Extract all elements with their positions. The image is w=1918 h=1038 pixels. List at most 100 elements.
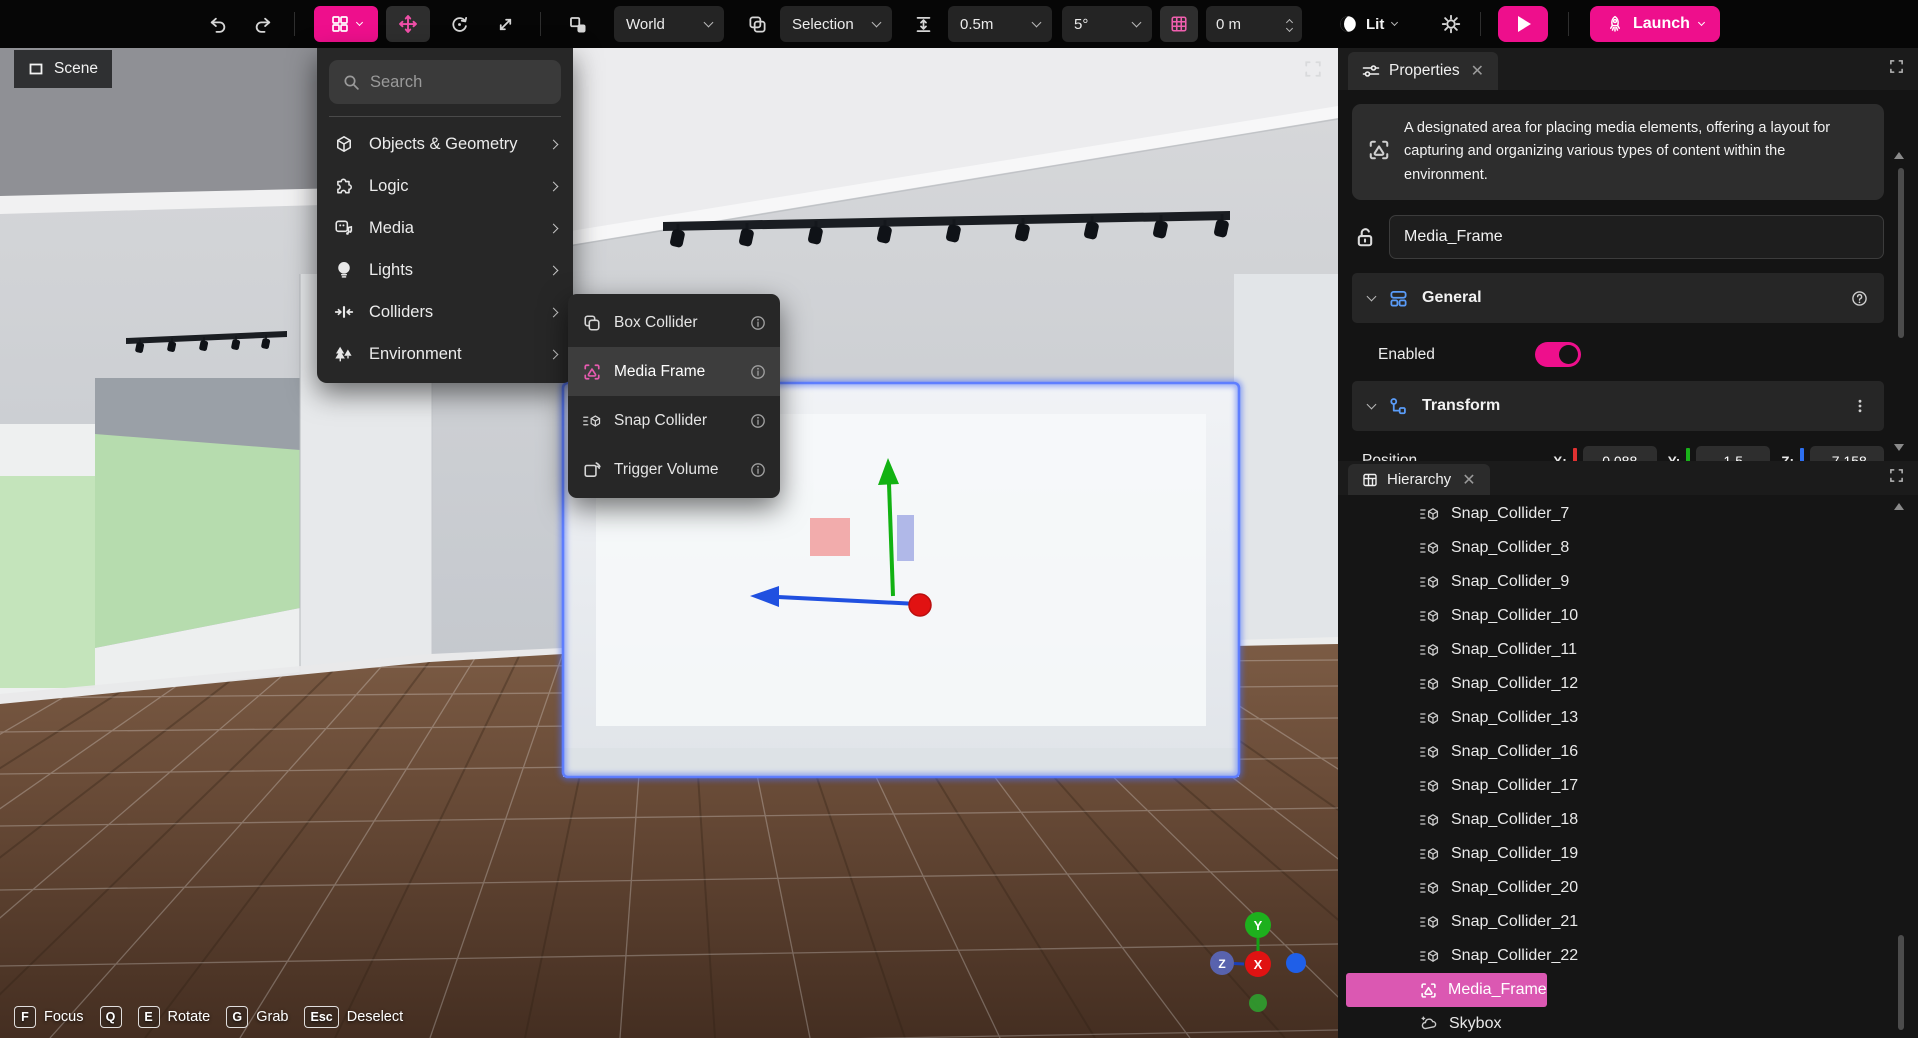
close-icon[interactable]: ✕ [1471,61,1484,81]
menu-item-environment[interactable]: Environment [317,333,573,375]
enabled-toggle[interactable] [1535,342,1581,367]
info-icon[interactable] [750,364,766,380]
section-transform[interactable]: Transform [1352,381,1884,431]
hierarchy-item[interactable]: Snap_Collider_9 [1346,565,1569,599]
world-editor-app: World Selection 0.5m 5° 0 m Lit Launch [0,0,1918,1038]
gizmo-origin-handle[interactable] [909,594,931,616]
gizmo-plane-handle-red[interactable] [810,518,850,556]
redo-button[interactable] [246,6,280,42]
orientation-gizmo[interactable]: Y Z X [1175,898,1335,1023]
move-tool-button[interactable] [386,6,430,42]
hierarchy-item[interactable]: Snap_Collider_18 [1346,803,1578,837]
hierarchy-item[interactable]: Snap_Collider_8 [1346,531,1569,565]
vertical-move-button[interactable] [904,6,942,42]
tab-hierarchy[interactable]: Hierarchy ✕ [1348,464,1490,495]
local-space-button[interactable] [738,6,776,42]
kebab-menu-icon[interactable] [1852,398,1868,414]
hierarchy-item[interactable]: Skybox [1346,1007,1501,1038]
grid-size-dropdown[interactable]: 0.5m [948,6,1052,42]
menu-item-lights[interactable]: Lights [317,249,573,291]
hierarchy-item[interactable]: Snap_Collider_22 [1346,939,1578,973]
expand-icon [1889,59,1904,74]
section-general[interactable]: General [1352,273,1884,323]
y-axis-label: Y: [1668,454,1681,461]
pivot-mode-button[interactable] [558,6,596,42]
undo-button[interactable] [200,6,234,42]
properties-body: A designated area for placing media elem… [1338,90,1918,461]
snap-collider-icon [1420,744,1440,760]
hierarchy-item[interactable]: Snap_Collider_10 [1346,599,1578,633]
launch-button[interactable]: Launch [1590,6,1720,42]
undo-icon [208,15,227,34]
hierarchy-item[interactable]: Snap_Collider_21 [1346,905,1578,939]
entity-name-input[interactable] [1389,215,1884,259]
gizmo-axis-ball-green[interactable] [1249,994,1267,1012]
properties-expand-button[interactable] [1889,59,1904,74]
hierarchy-icon [1362,472,1378,488]
settings-button[interactable] [1432,6,1470,42]
tab-properties[interactable]: Properties ✕ [1348,52,1498,90]
hierarchy-item[interactable]: Snap_Collider_12 [1346,667,1578,701]
viewport-expand-button[interactable] [1304,60,1322,78]
info-icon[interactable] [750,413,766,429]
properties-scrollbar[interactable] [1898,168,1904,338]
scene-canvas[interactable] [0,48,1338,1038]
menu-search[interactable] [329,60,561,104]
vertical-move-icon [914,15,933,34]
position-y-input[interactable]: 1.5 [1696,446,1770,461]
submenu-item-snap-collider[interactable]: Snap Collider [568,396,780,445]
rotation-snap-dropdown[interactable]: 5° [1062,6,1152,42]
menu-item-media[interactable]: Media [317,207,573,249]
transform-space-dropdown[interactable]: World [614,6,724,42]
render-mode-dropdown[interactable]: Lit [1338,6,1397,42]
hierarchy-item[interactable]: Snap_Collider_13 [1346,701,1578,735]
scrollbar-up-arrow[interactable] [1894,503,1904,510]
asset-library-button[interactable] [314,6,378,42]
info-icon[interactable] [750,462,766,478]
gizmo-axis-ball-blue[interactable] [1286,953,1306,973]
submenu-item-media-frame[interactable]: Media Frame [568,347,780,396]
hierarchy-item[interactable]: Snap_Collider_7 [1346,497,1569,531]
menu-item-logic[interactable]: Logic [317,165,573,207]
snap-grid-toggle-button[interactable] [1160,6,1198,42]
snap-collider-icon [1420,710,1440,726]
rotate-tool-button[interactable] [440,6,478,42]
play-button[interactable] [1498,6,1548,42]
menu-item-objects-geometry[interactable]: Objects & Geometry [317,123,573,165]
hierarchy-item[interactable]: Snap_Collider_17 [1346,769,1578,803]
height-snap-stepper[interactable]: 0 m [1206,6,1302,42]
close-icon[interactable]: ✕ [1462,470,1475,490]
viewport-3d[interactable]: Scene FFocus Q ERotate GGrab EscDeselect… [0,48,1338,1038]
submenu-item-trigger-volume[interactable]: Trigger Volume [568,445,780,494]
scrollbar-up-arrow[interactable] [1894,152,1904,159]
selection-mode-value: Selection [792,16,854,33]
hierarchy-tabbar: Hierarchy ✕ [1338,461,1918,495]
name-row [1354,215,1884,259]
scale-tool-button[interactable] [486,6,524,42]
hierarchy-item-selected[interactable]: Media_Frame [1346,973,1547,1007]
search-input[interactable] [370,73,547,92]
menu-item-colliders[interactable]: Colliders [317,291,573,333]
selection-mode-dropdown[interactable]: Selection [780,6,892,42]
scene-tab[interactable]: Scene [14,50,112,88]
info-icon[interactable] [750,315,766,331]
hierarchy-item[interactable]: Snap_Collider_20 [1346,871,1578,905]
shortcut-label: Rotate [168,1009,211,1025]
gizmo-plane-handle-blue[interactable] [897,515,914,561]
hierarchy-scrollbar[interactable] [1898,935,1904,1030]
hierarchy-expand-button[interactable] [1889,468,1904,483]
hierarchy-item[interactable]: Snap_Collider_11 [1346,633,1577,667]
position-z-input[interactable]: -7.158 [1810,446,1884,461]
scrollbar-down-arrow[interactable] [1894,444,1904,451]
position-x-input[interactable]: 0.088 [1583,446,1657,461]
submenu-item-box-collider[interactable]: Box Collider [568,298,780,347]
unlock-icon[interactable] [1354,226,1376,248]
shortcut-label: Focus [44,1009,84,1025]
help-icon[interactable] [1851,290,1868,307]
pivot-icon [568,15,587,34]
gizmo-z-label: Z [1218,957,1225,971]
stepper-down-icon[interactable] [1286,25,1293,32]
snap-collider-icon [1420,506,1440,522]
hierarchy-item[interactable]: Snap_Collider_16 [1346,735,1578,769]
hierarchy-item[interactable]: Snap_Collider_19 [1346,837,1578,871]
